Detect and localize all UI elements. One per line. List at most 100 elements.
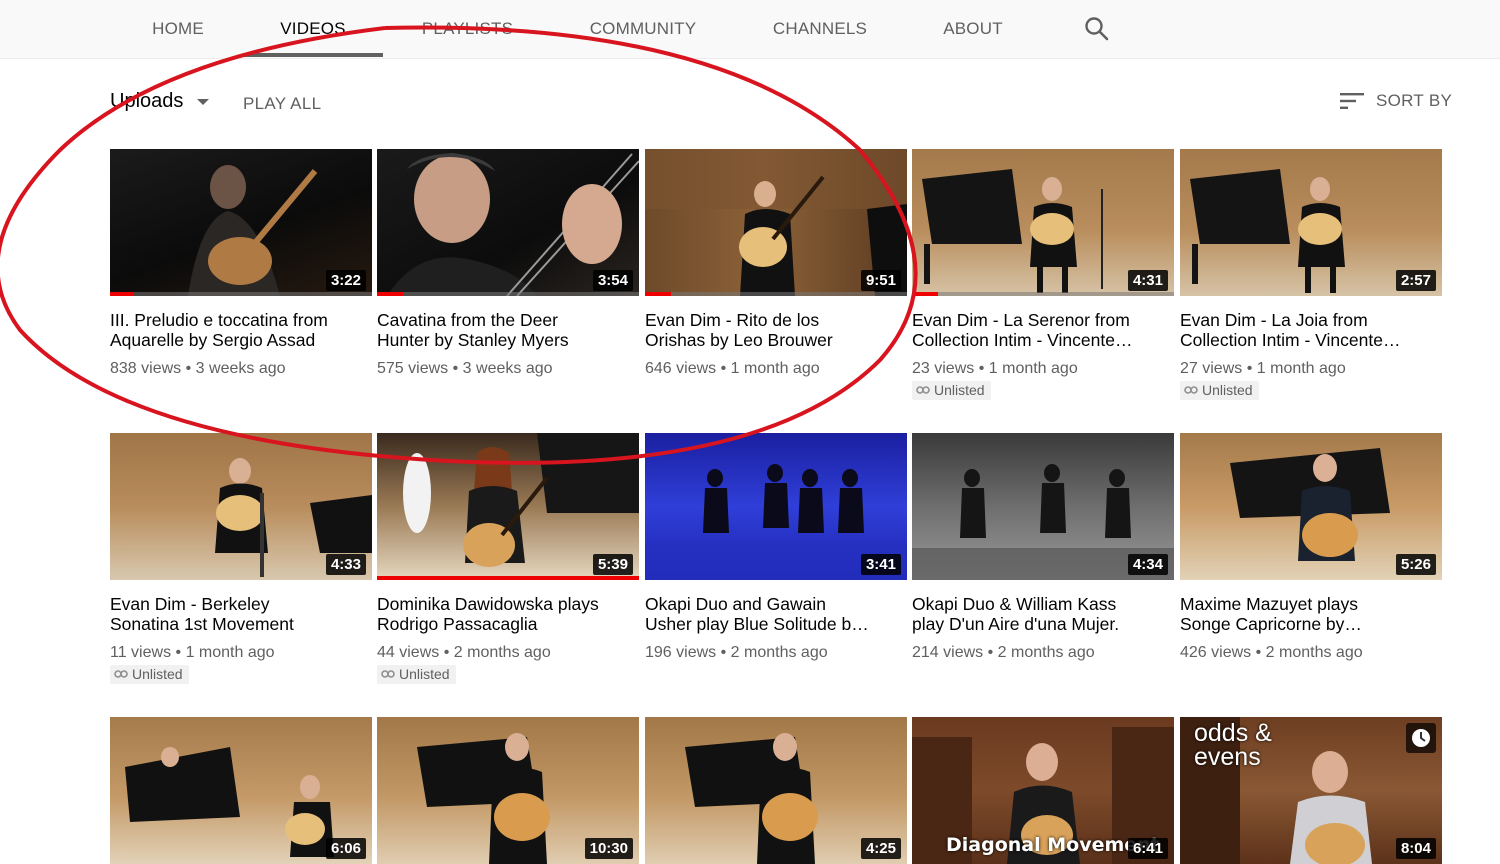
video-card[interactable]: 2:57 Evan Dim - La Joia from Collection … — [1180, 149, 1442, 400]
view-count: 426 views — [1180, 644, 1252, 661]
upload-age: 2 months ago — [997, 644, 1095, 661]
video-title[interactable]: Evan Dim - Berkeley Sonatina 1st Movemen… — [110, 594, 372, 634]
video-meta: 44 views • 2 months ago — [377, 644, 639, 662]
video-title[interactable]: Cavatina from the Deer Hunter by Stanley… — [377, 310, 639, 350]
video-title[interactable]: Okapi Duo and Gawain Usher play Blue Sol… — [645, 594, 907, 634]
video-title[interactable]: Maxime Mazuyet plays Songe Capricorne by… — [1180, 594, 1442, 634]
meta-separator: • — [720, 360, 727, 377]
video-thumbnail[interactable]: 10:30 — [377, 717, 639, 864]
meta-separator: • — [978, 360, 985, 377]
video-thumbnail[interactable]: 3:22 — [110, 149, 372, 296]
video-card[interactable]: 10:30 — [377, 717, 639, 864]
video-title[interactable]: Evan Dim - La Joia from Collection Intim… — [1180, 310, 1442, 350]
video-thumbnail[interactable]: 9:51 — [645, 149, 907, 296]
video-thumbnail[interactable]: 6:06 — [110, 717, 372, 864]
video-card[interactable]: 6:06 — [110, 717, 372, 864]
video-card[interactable]: 3:41 Okapi Duo and Gawain Usher play Blu… — [645, 433, 907, 662]
video-card[interactable]: Diagonal Movement 6:41 — [912, 717, 1174, 864]
unlisted-label: Unlisted — [399, 666, 450, 682]
unlisted-badge: Unlisted — [912, 381, 991, 400]
view-count: 838 views — [110, 360, 182, 377]
tab-playlists[interactable]: PLAYLISTS — [410, 0, 525, 58]
view-count: 196 views — [645, 644, 717, 661]
video-meta: 646 views • 1 month ago — [645, 360, 907, 378]
unlisted-label: Unlisted — [934, 382, 985, 398]
video-thumbnail[interactable]: 5:39 — [377, 433, 639, 580]
video-title[interactable]: Evan Dim - Rito de los Orishas by Leo Br… — [645, 310, 907, 350]
duration-badge: 3:22 — [325, 270, 366, 291]
tab-about[interactable]: ABOUT — [937, 0, 1009, 58]
video-thumbnail[interactable]: odds & evens 8:04 — [1180, 717, 1442, 864]
video-title[interactable]: III. Preludio e toccatina from Aquarelle… — [110, 310, 372, 350]
video-card[interactable]: 9:51 Evan Dim - Rito de los Orishas by L… — [645, 149, 907, 378]
meta-separator: • — [185, 360, 192, 377]
video-thumbnail[interactable]: Diagonal Movement 6:41 — [912, 717, 1174, 864]
caret-down-icon — [197, 98, 210, 105]
watch-later-button[interactable] — [1406, 723, 1436, 753]
watch-progress-bar — [110, 292, 134, 296]
video-card[interactable]: 3:22 III. Preludio e toccatina from Aqua… — [110, 149, 372, 378]
upload-age: 3 weeks ago — [195, 360, 286, 377]
unlisted-label: Unlisted — [132, 666, 183, 682]
duration-badge: 4:34 — [1127, 554, 1168, 575]
active-tab-indicator — [243, 53, 383, 57]
meta-separator: • — [987, 644, 994, 661]
unlisted-badge: Unlisted — [110, 665, 189, 684]
tab-community[interactable]: COMMUNITY — [582, 0, 704, 58]
watch-progress-bar — [377, 292, 404, 296]
watch-progress-bar — [912, 292, 939, 296]
link-icon — [916, 386, 930, 394]
meta-separator: • — [175, 644, 182, 661]
search-icon[interactable] — [1084, 16, 1110, 42]
video-card[interactable]: 4:34 Okapi Duo & William Kass play D'un … — [912, 433, 1174, 662]
video-thumbnail[interactable]: 5:26 — [1180, 433, 1442, 580]
view-count: 44 views — [377, 644, 440, 661]
video-thumbnail[interactable]: 3:41 — [645, 433, 907, 580]
sort-by-button[interactable]: SORT BY — [1340, 91, 1452, 111]
progress-track — [110, 292, 372, 296]
video-card[interactable]: 4:31 Evan Dim - La Serenor from Collecti… — [912, 149, 1174, 400]
video-meta: 196 views • 2 months ago — [645, 644, 907, 662]
view-count: 11 views — [110, 644, 172, 661]
video-card[interactable]: 5:26 Maxime Mazuyet plays Songe Capricor… — [1180, 433, 1442, 662]
video-card[interactable]: 4:25 — [645, 717, 907, 864]
video-card[interactable]: 5:39 Dominika Dawidowska plays Rodrigo P… — [377, 433, 639, 684]
uploads-dropdown[interactable]: Uploads — [110, 90, 210, 113]
video-title[interactable]: Evan Dim - La Serenor from Collection In… — [912, 310, 1174, 350]
video-thumbnail[interactable]: 4:33 — [110, 433, 372, 580]
video-meta: 426 views • 2 months ago — [1180, 644, 1442, 662]
meta-separator: • — [720, 644, 727, 661]
tab-channels[interactable]: CHANNELS — [765, 0, 875, 58]
video-meta: 838 views • 3 weeks ago — [110, 360, 372, 378]
video-thumbnail[interactable]: 4:31 — [912, 149, 1174, 296]
upload-age: 1 month ago — [988, 360, 1078, 377]
watch-progress-bar — [645, 292, 672, 296]
video-title[interactable]: Okapi Duo & William Kass play D'un Aire … — [912, 594, 1174, 634]
upload-age: 1 month ago — [730, 360, 820, 377]
view-count: 27 views — [1180, 360, 1243, 377]
progress-track — [645, 292, 907, 296]
tab-home[interactable]: HOME — [140, 0, 216, 58]
upload-age: 1 month ago — [185, 644, 275, 661]
video-thumbnail[interactable]: 4:34 — [912, 433, 1174, 580]
video-card[interactable]: odds & evens 8:04 — [1180, 717, 1442, 864]
video-thumbnail[interactable]: 2:57 — [1180, 149, 1442, 296]
meta-separator: • — [452, 360, 459, 377]
upload-age: 3 weeks ago — [462, 360, 553, 377]
duration-badge: 5:26 — [1395, 554, 1436, 575]
play-all-button[interactable]: PLAY ALL — [243, 94, 321, 114]
link-icon — [114, 670, 128, 678]
duration-badge: 3:41 — [860, 554, 901, 575]
video-thumbnail[interactable]: 4:25 — [645, 717, 907, 864]
video-card[interactable]: 3:54 Cavatina from the Deer Hunter by St… — [377, 149, 639, 378]
tab-videos[interactable]: VIDEOS — [243, 0, 383, 58]
video-title[interactable]: Dominika Dawidowska plays Rodrigo Passac… — [377, 594, 639, 634]
duration-badge: 5:39 — [592, 554, 633, 575]
link-icon — [381, 670, 395, 678]
duration-badge: 9:51 — [860, 270, 901, 291]
sort-icon — [1340, 93, 1364, 109]
video-card[interactable]: 4:33 Evan Dim - Berkeley Sonatina 1st Mo… — [110, 433, 372, 684]
view-count: 575 views — [377, 360, 449, 377]
video-thumbnail[interactable]: 3:54 — [377, 149, 639, 296]
uploads-label: Uploads — [110, 90, 184, 112]
